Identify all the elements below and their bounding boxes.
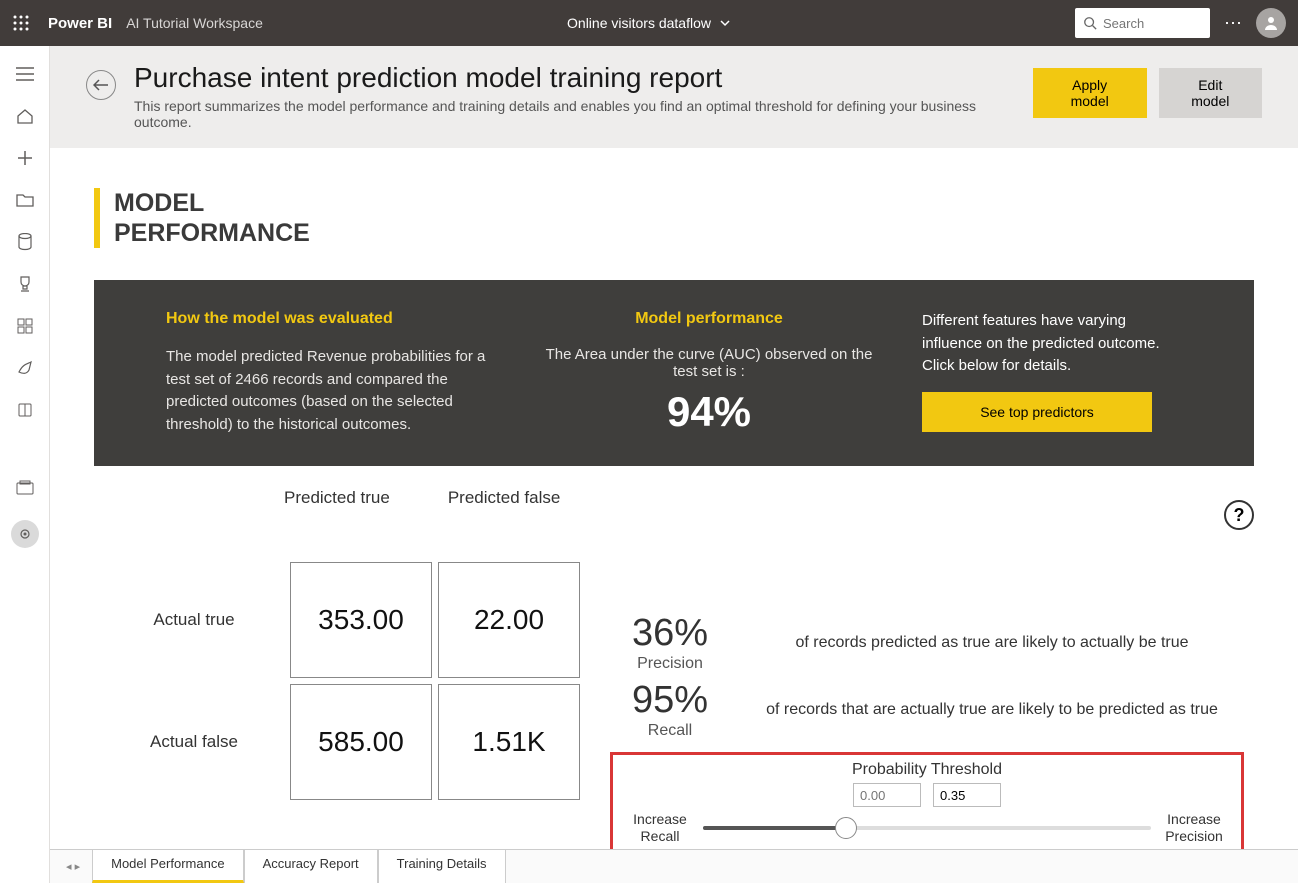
workspace-label[interactable]: AI Tutorial Workspace <box>126 15 263 31</box>
apps-icon[interactable] <box>15 316 35 336</box>
nav-rail <box>0 46 50 883</box>
row-actual-true: Actual true <box>104 610 284 630</box>
edit-model-button[interactable]: Edit model <box>1159 68 1262 118</box>
app-launcher-icon[interactable] <box>12 14 30 32</box>
predictors-text: Different features have varying influenc… <box>922 310 1182 378</box>
folder-icon[interactable] <box>15 190 35 210</box>
tab-training-details[interactable]: Training Details <box>378 849 506 883</box>
col-predicted-true: Predicted true <box>284 488 390 508</box>
eval-body: The model predicted Revenue probabilitie… <box>166 346 496 436</box>
trophy-icon[interactable] <box>15 274 35 294</box>
page-tabs: ◂ ▸ Model Performance Accuracy Report Tr… <box>50 849 1298 883</box>
precision-label: Precision <box>610 655 730 673</box>
recall-desc: of records that are actually true are li… <box>760 701 1244 719</box>
threshold-slider[interactable] <box>703 826 1151 830</box>
apply-model-button[interactable]: Apply model <box>1033 68 1147 118</box>
learn-icon[interactable] <box>15 400 35 420</box>
increase-precision-label: IncreasePrecision <box>1159 811 1229 845</box>
search-icon <box>1083 16 1097 30</box>
help-icon[interactable]: ? <box>1224 500 1254 530</box>
section-accent-bar <box>94 188 100 248</box>
threshold-min-input[interactable] <box>853 783 921 807</box>
cell-true-true: 353.00 <box>290 562 432 678</box>
chevron-down-icon <box>719 17 731 29</box>
slider-fill <box>703 826 846 830</box>
back-button[interactable] <box>86 70 116 100</box>
person-icon <box>1263 15 1279 31</box>
precision-desc: of records predicted as true are likely … <box>760 634 1244 652</box>
precision-value: 36% <box>610 612 730 655</box>
threshold-panel: Probability Threshold IncreaseRecall <box>610 752 1244 849</box>
plus-icon[interactable] <box>15 148 35 168</box>
more-icon[interactable]: ⋯ <box>1224 13 1242 34</box>
database-icon[interactable] <box>15 232 35 252</box>
section-title: MODEL PERFORMANCE <box>114 188 310 248</box>
user-avatar[interactable] <box>1256 8 1286 38</box>
home-icon[interactable] <box>15 106 35 126</box>
cell-false-true: 585.00 <box>290 684 432 800</box>
see-predictors-button[interactable]: See top predictors <box>922 392 1152 432</box>
report-content: MODEL PERFORMANCE How the model was eval… <box>50 148 1298 849</box>
page-title: Purchase intent prediction model trainin… <box>134 62 1015 94</box>
deploy-icon[interactable] <box>15 358 35 378</box>
cell-false-false: 1.51K <box>438 684 580 800</box>
col-predicted-false: Predicted false <box>448 488 560 508</box>
recall-label: Recall <box>610 722 730 740</box>
perf-title: Model performance <box>544 310 874 328</box>
row-actual-false: Actual false <box>104 732 284 752</box>
recall-value: 95% <box>610 679 730 722</box>
threshold-value-input[interactable] <box>933 783 1001 807</box>
dataflow-dropdown[interactable]: Online visitors dataflow <box>567 15 731 31</box>
slider-thumb[interactable] <box>835 817 857 839</box>
section-title-line2: PERFORMANCE <box>114 218 310 248</box>
search-box[interactable] <box>1075 8 1210 38</box>
search-input[interactable] <box>1103 16 1193 31</box>
tab-model-performance[interactable]: Model Performance <box>92 849 243 883</box>
page-subtitle: This report summarizes the model perform… <box>134 98 1015 130</box>
section-title-line1: MODEL <box>114 188 310 218</box>
current-workspace-icon[interactable] <box>11 520 39 548</box>
menu-icon[interactable] <box>15 64 35 84</box>
workspace-icon[interactable] <box>15 478 35 498</box>
dataflow-title: Online visitors dataflow <box>567 15 711 31</box>
perf-sub: The Area under the curve (AUC) observed … <box>544 346 874 380</box>
report-header: Purchase intent prediction model trainin… <box>50 46 1298 148</box>
threshold-title: Probability Threshold <box>625 761 1229 779</box>
confusion-matrix: Actual true 353.00 22.00 Actual false 58… <box>104 562 580 800</box>
brand-label: Power BI <box>48 15 112 32</box>
top-bar: Power BI AI Tutorial Workspace Online vi… <box>0 0 1298 46</box>
eval-title: How the model was evaluated <box>166 310 496 328</box>
auc-value: 94% <box>544 388 874 436</box>
tab-accuracy-report[interactable]: Accuracy Report <box>244 849 378 883</box>
evaluation-panel: How the model was evaluated The model pr… <box>94 280 1254 466</box>
cell-true-false: 22.00 <box>438 562 580 678</box>
tab-nav-arrows[interactable]: ◂ ▸ <box>66 850 92 883</box>
increase-recall-label: IncreaseRecall <box>625 811 695 845</box>
arrow-left-icon <box>93 79 109 91</box>
